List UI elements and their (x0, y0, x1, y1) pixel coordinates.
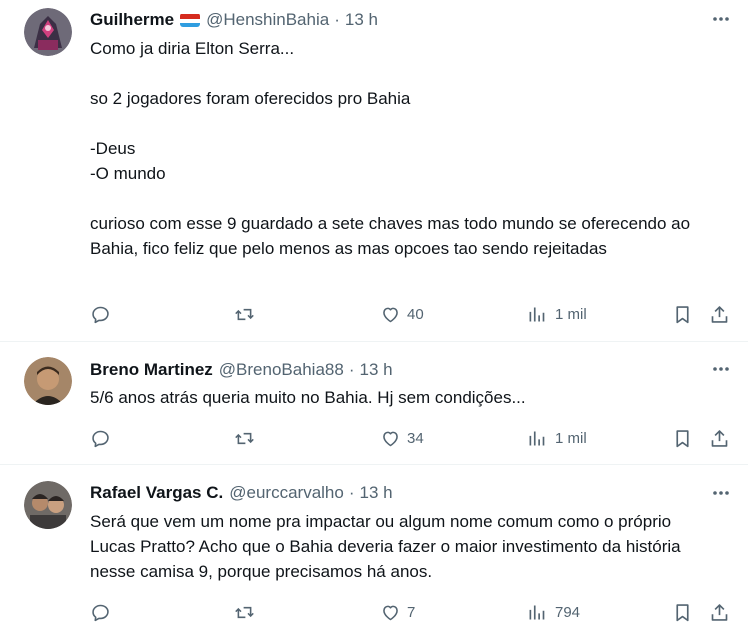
like-count: 40 (407, 305, 424, 323)
views-button[interactable]: 1 mil (526, 300, 587, 328)
tweet-header: Breno Martinez @BrenoBahia88 · 13 h (90, 359, 688, 381)
bookmark-icon (676, 603, 689, 621)
retweet-icon (235, 308, 254, 320)
reply-icon (92, 604, 109, 621)
tweet-text: Como ja diria Elton Serra... so 2 jogado… (90, 36, 718, 261)
tweet-header: Guilherme @HenshinBahia · 13 h (90, 9, 688, 31)
bookmark-button[interactable] (672, 300, 693, 328)
tweet-paragraph: Será que vem um nome pra impactar ou alg… (90, 512, 686, 581)
tweet[interactable]: Guilherme @HenshinBahia · 13 h Como ja d… (0, 0, 748, 342)
tweet-text: 5/6 anos atrás queria muito no Bahia. Hj… (90, 385, 718, 410)
author-name[interactable]: Guilherme (90, 10, 174, 30)
tweet-paragraph: 5/6 anos atrás queria muito no Bahia. Hj… (90, 388, 526, 407)
like-icon (383, 605, 398, 620)
timestamp[interactable]: 13 h (360, 483, 393, 503)
reply-icon (92, 430, 109, 447)
views-icon (529, 431, 545, 445)
author-handle[interactable]: @HenshinBahia (206, 10, 329, 30)
more-icon[interactable] (710, 482, 732, 504)
like-icon (383, 307, 398, 322)
tweet-actions: 7 794 (0, 598, 748, 626)
share-icon (711, 429, 728, 447)
timestamp[interactable]: 13 h (359, 360, 392, 380)
flag-emoji (180, 13, 201, 27)
bookmark-icon (676, 429, 689, 447)
retweet-button[interactable] (234, 598, 255, 626)
tweet-paragraph: curioso com esse 9 guardado a sete chave… (90, 214, 695, 258)
reply-button[interactable] (90, 300, 111, 328)
share-icon (711, 305, 728, 323)
tweet-text: Será que vem um nome pra impactar ou alg… (90, 509, 714, 584)
like-count: 34 (407, 429, 424, 447)
views-button[interactable]: 794 (526, 598, 580, 626)
like-button[interactable]: 34 (380, 424, 424, 452)
separator-dot: · (348, 483, 355, 502)
bookmark-button[interactable] (672, 424, 693, 452)
retweet-icon (235, 432, 254, 444)
tweet[interactable]: Rafael Vargas C. @eurccarvalho · 13 h Se… (0, 466, 748, 642)
more-icon[interactable] (710, 358, 732, 380)
like-icon (383, 431, 398, 446)
like-button[interactable]: 40 (380, 300, 424, 328)
reply-icon (92, 306, 109, 323)
bookmark-icon (676, 305, 689, 323)
author-name[interactable]: Rafael Vargas C. (90, 483, 223, 503)
tweet[interactable]: Breno Martinez @BrenoBahia88 · 13 h 5/6 … (0, 343, 748, 465)
separator-dot: · (334, 10, 340, 29)
views-count: 1 mil (555, 429, 587, 447)
bookmark-button[interactable] (672, 598, 693, 626)
author-name[interactable]: Breno Martinez (90, 360, 213, 380)
views-button[interactable]: 1 mil (526, 424, 587, 452)
views-count: 794 (555, 603, 581, 621)
retweet-icon (235, 606, 254, 618)
share-icon (711, 603, 728, 621)
retweet-button[interactable] (234, 424, 255, 452)
separator-dot: · (348, 360, 355, 379)
share-button[interactable] (709, 424, 730, 452)
more-icon[interactable] (710, 8, 732, 30)
tweet-paragraph: Como ja diria Elton Serra... (90, 39, 295, 58)
like-count: 7 (407, 603, 416, 621)
avatar[interactable] (24, 481, 72, 529)
share-button[interactable] (709, 598, 730, 626)
author-handle[interactable]: @eurccarvalho (229, 483, 344, 503)
timestamp[interactable]: 13 h (345, 10, 378, 30)
tweet-paragraph: -Deus -O mundo (90, 139, 166, 183)
author-handle[interactable]: @BrenoBahia88 (219, 360, 344, 380)
reply-button[interactable] (90, 598, 111, 626)
tweet-header: Rafael Vargas C. @eurccarvalho · 13 h (90, 482, 688, 504)
avatar[interactable] (24, 8, 72, 56)
views-count: 1 mil (555, 305, 587, 323)
views-icon (529, 605, 545, 619)
tweet-actions: 40 1 mil (0, 300, 748, 328)
avatar[interactable] (24, 357, 72, 405)
share-button[interactable] (709, 300, 730, 328)
like-button[interactable]: 7 (380, 598, 415, 626)
views-icon (529, 307, 545, 321)
retweet-button[interactable] (234, 300, 255, 328)
tweet-paragraph: so 2 jogadores foram oferecidos pro Bahi… (90, 89, 411, 108)
reply-button[interactable] (90, 424, 111, 452)
tweet-actions: 34 1 mil (0, 424, 748, 452)
